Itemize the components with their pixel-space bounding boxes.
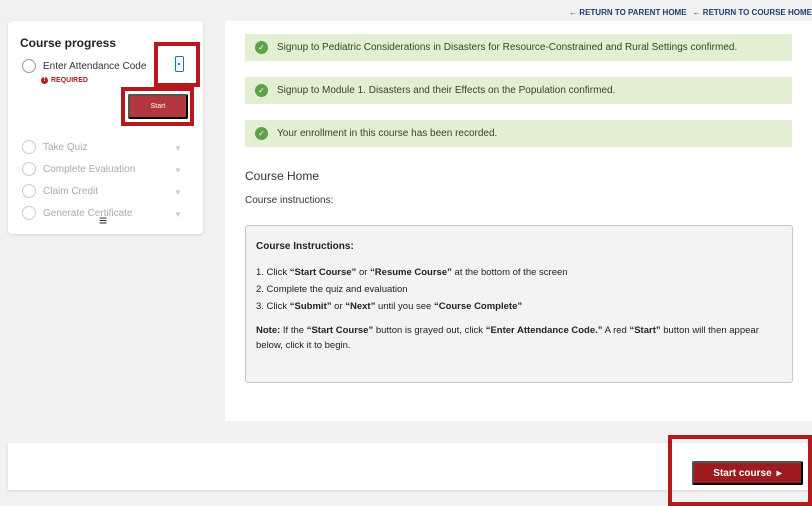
chevron-down-icon[interactable]: ▼ <box>174 144 182 153</box>
caret-right-icon: ▸ <box>776 467 782 479</box>
start-course-highlight: Start course ▸ <box>668 435 812 506</box>
required-badge: ! REQUIRED <box>41 77 88 84</box>
radio-icon[interactable] <box>22 162 36 176</box>
step-generate-certificate[interactable]: Generate Certificate <box>22 206 133 220</box>
step-claim-credit[interactable]: Claim Credit <box>22 184 98 198</box>
chevron-down-icon[interactable]: ▼ <box>174 210 182 219</box>
attendance-code-highlight <box>154 42 200 87</box>
step-take-quiz[interactable]: Take Quiz <box>22 140 87 154</box>
check-icon: ✓ <box>255 84 268 97</box>
check-icon: ✓ <box>255 41 268 54</box>
alert-text: Your enrollment in this course has been … <box>277 128 498 139</box>
hamburger-menu-icon[interactable]: ≡ <box>99 212 107 228</box>
step-label: Claim Credit <box>43 185 99 197</box>
start-course-label: Start course <box>713 467 772 479</box>
radio-icon[interactable] <box>22 184 36 198</box>
step-complete-evaluation[interactable]: Complete Evaluation <box>22 162 135 176</box>
step-enter-attendance-code[interactable]: Enter Attendance Code <box>22 59 146 73</box>
step-label: Generate Certificate <box>43 207 133 219</box>
phone-code-icon[interactable] <box>175 56 184 72</box>
main-content: ✓ Signup to Pediatric Considerations in … <box>225 21 812 421</box>
return-parent-home-label: RETURN TO PARENT HOME <box>579 8 687 17</box>
step-label: Take Quiz <box>43 141 88 153</box>
sidebar-title: Course progress <box>20 36 117 50</box>
instruction-line-3: 3. Click “Submit” or “Next” until you se… <box>256 301 523 312</box>
radio-icon[interactable] <box>22 206 36 220</box>
alert-signup-course: ✓ Signup to Pediatric Considerations in … <box>245 34 792 61</box>
top-links: ← RETURN TO PARENT HOME ← RETURN TO COUR… <box>569 8 812 17</box>
required-label: REQUIRED <box>51 77 88 84</box>
chevron-down-icon[interactable]: ▼ <box>174 166 182 175</box>
alert-text: Signup to Module 1. Disasters and their … <box>277 85 616 96</box>
radio-icon[interactable] <box>22 59 36 73</box>
left-arrow-icon: ← <box>569 8 578 17</box>
instructions-title: Course Instructions: <box>256 241 354 252</box>
check-icon: ✓ <box>255 127 268 140</box>
chevron-down-icon[interactable]: ▼ <box>174 188 182 197</box>
return-course-home-link[interactable]: ← RETURN TO COURSE HOME <box>693 8 812 17</box>
return-parent-home-link[interactable]: ← RETURN TO PARENT HOME <box>569 8 687 17</box>
instructions-box: Course Instructions: 1. Click “Start Cou… <box>245 225 793 383</box>
instruction-note: Note: If the “Start Course” button is gr… <box>256 325 759 351</box>
start-course-button[interactable]: Start course ▸ <box>692 461 803 485</box>
left-arrow-icon: ← <box>692 8 701 17</box>
return-course-home-label: RETURN TO COURSE HOME <box>702 8 812 17</box>
alert-signup-module: ✓ Signup to Module 1. Disasters and thei… <box>245 77 792 104</box>
instruction-line-2: 2. Complete the quiz and evaluation <box>256 284 408 295</box>
radio-icon[interactable] <box>22 140 36 154</box>
alert-icon: ! <box>41 77 48 84</box>
step-label: Complete Evaluation <box>43 163 136 175</box>
alert-text: Signup to Pediatric Considerations in Di… <box>277 42 738 53</box>
course-instructions-label: Course instructions: <box>245 195 334 206</box>
alert-enrollment: ✓ Your enrollment in this course has bee… <box>245 120 792 147</box>
start-highlight: Start <box>121 87 194 126</box>
instruction-line-1: 1. Click “Start Course” or “Resume Cours… <box>256 267 568 278</box>
course-home-heading: Course Home <box>245 169 320 183</box>
start-button[interactable]: Start <box>128 94 188 119</box>
course-progress-sidebar: Course progress Enter Attendance Code ! … <box>8 21 203 234</box>
step-label: Enter Attendance Code <box>43 60 147 72</box>
